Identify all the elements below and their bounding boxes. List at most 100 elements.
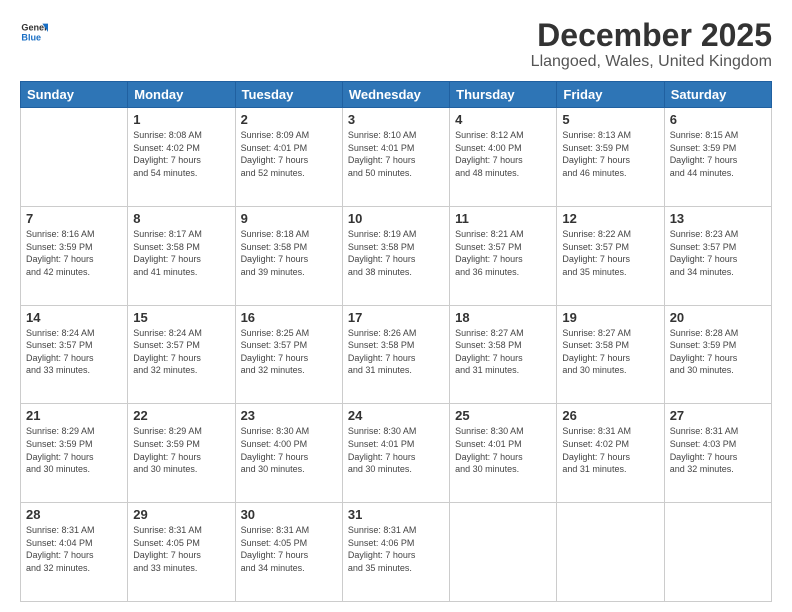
day-info: Sunrise: 8:15 AMSunset: 3:59 PMDaylight:… xyxy=(670,129,766,179)
day-number: 15 xyxy=(133,310,229,325)
calendar-cell: 7 Sunrise: 8:16 AMSunset: 3:59 PMDaylight… xyxy=(21,206,128,305)
day-info: Sunrise: 8:25 AMSunset: 3:57 PMDaylight:… xyxy=(241,327,337,377)
calendar-cell: 4 Sunrise: 8:12 AMSunset: 4:00 PMDaylight… xyxy=(450,108,557,207)
calendar-cell: 19 Sunrise: 8:27 AMSunset: 3:58 PMDayligh… xyxy=(557,305,664,404)
day-number: 19 xyxy=(562,310,658,325)
calendar-cell: 11 Sunrise: 8:21 AMSunset: 3:57 PMDayligh… xyxy=(450,206,557,305)
day-info: Sunrise: 8:12 AMSunset: 4:00 PMDaylight:… xyxy=(455,129,551,179)
day-number: 8 xyxy=(133,211,229,226)
col-thursday: Thursday xyxy=(450,82,557,108)
day-info: Sunrise: 8:08 AMSunset: 4:02 PMDaylight:… xyxy=(133,129,229,179)
calendar-cell: 23Sunrise: 8:30 AMSunset: 4:00 PMDayligh… xyxy=(235,404,342,503)
day-info: Sunrise: 8:21 AMSunset: 3:57 PMDaylight:… xyxy=(455,228,551,278)
day-info: Sunrise: 8:31 AMSunset: 4:06 PMDaylight:… xyxy=(348,524,444,574)
day-number: 4 xyxy=(455,112,551,127)
day-number: 6 xyxy=(670,112,766,127)
col-sunday: Sunday xyxy=(21,82,128,108)
day-number: 7 xyxy=(26,211,122,226)
calendar-cell: 24Sunrise: 8:30 AMSunset: 4:01 PMDayligh… xyxy=(342,404,449,503)
day-number: 30 xyxy=(241,507,337,522)
calendar-cell: 14Sunrise: 8:24 AMSunset: 3:57 PMDayligh… xyxy=(21,305,128,404)
logo-icon: General Blue xyxy=(20,18,48,46)
calendar-cell: 21 Sunrise: 8:29 AMSunset: 3:59 PMDayligh… xyxy=(21,404,128,503)
day-number: 2 xyxy=(241,112,337,127)
day-number: 1 xyxy=(133,112,229,127)
col-tuesday: Tuesday xyxy=(235,82,342,108)
day-info: Sunrise: 8:24 AMSunset: 3:57 PMDaylight:… xyxy=(26,327,122,377)
calendar-cell xyxy=(21,108,128,207)
calendar-cell: 30Sunrise: 8:31 AMSunset: 4:05 PMDayligh… xyxy=(235,503,342,602)
day-number: 13 xyxy=(670,211,766,226)
day-number: 31 xyxy=(348,507,444,522)
col-friday: Friday xyxy=(557,82,664,108)
calendar-week-4: 28 Sunrise: 8:31 AMSunset: 4:04 PMDayligh… xyxy=(21,503,772,602)
day-info: Sunrise: 8:16 AMSunset: 3:59 PMDaylight:… xyxy=(26,228,122,278)
calendar-cell: 29Sunrise: 8:31 AMSunset: 4:05 PMDayligh… xyxy=(128,503,235,602)
calendar-week-1: 7 Sunrise: 8:16 AMSunset: 3:59 PMDaylight… xyxy=(21,206,772,305)
calendar-cell: 18Sunrise: 8:27 AMSunset: 3:58 PMDayligh… xyxy=(450,305,557,404)
day-info: Sunrise: 8:22 AMSunset: 3:57 PMDaylight:… xyxy=(562,228,658,278)
calendar-table: Sunday Monday Tuesday Wednesday Thursday… xyxy=(20,81,772,602)
day-number: 16 xyxy=(241,310,337,325)
day-info: Sunrise: 8:13 AMSunset: 3:59 PMDaylight:… xyxy=(562,129,658,179)
day-number: 10 xyxy=(348,211,444,226)
day-info: Sunrise: 8:09 AMSunset: 4:01 PMDaylight:… xyxy=(241,129,337,179)
day-number: 23 xyxy=(241,408,337,423)
day-info: Sunrise: 8:31 AMSunset: 4:04 PMDaylight:… xyxy=(26,524,122,574)
calendar-week-2: 14Sunrise: 8:24 AMSunset: 3:57 PMDayligh… xyxy=(21,305,772,404)
calendar-week-3: 21 Sunrise: 8:29 AMSunset: 3:59 PMDayligh… xyxy=(21,404,772,503)
day-number: 21 xyxy=(26,408,122,423)
calendar-cell: 2 Sunrise: 8:09 AMSunset: 4:01 PMDaylight… xyxy=(235,108,342,207)
day-number: 9 xyxy=(241,211,337,226)
day-number: 3 xyxy=(348,112,444,127)
calendar-cell xyxy=(450,503,557,602)
day-info: Sunrise: 8:19 AMSunset: 3:58 PMDaylight:… xyxy=(348,228,444,278)
calendar-cell: 16 Sunrise: 8:25 AMSunset: 3:57 PMDayligh… xyxy=(235,305,342,404)
day-info: Sunrise: 8:27 AMSunset: 3:58 PMDaylight:… xyxy=(562,327,658,377)
page: General Blue December 2025 Llangoed, Wal… xyxy=(0,0,792,612)
calendar-header-row: Sunday Monday Tuesday Wednesday Thursday… xyxy=(21,82,772,108)
day-info: Sunrise: 8:10 AMSunset: 4:01 PMDaylight:… xyxy=(348,129,444,179)
day-info: Sunrise: 8:29 AMSunset: 3:59 PMDaylight:… xyxy=(133,425,229,475)
day-number: 27 xyxy=(670,408,766,423)
day-info: Sunrise: 8:26 AMSunset: 3:58 PMDaylight:… xyxy=(348,327,444,377)
calendar-cell: 6 Sunrise: 8:15 AMSunset: 3:59 PMDaylight… xyxy=(664,108,771,207)
day-info: Sunrise: 8:24 AMSunset: 3:57 PMDaylight:… xyxy=(133,327,229,377)
subtitle: Llangoed, Wales, United Kingdom xyxy=(531,53,772,71)
calendar-cell: 13 Sunrise: 8:23 AMSunset: 3:57 PMDayligh… xyxy=(664,206,771,305)
calendar-cell: 5 Sunrise: 8:13 AMSunset: 3:59 PMDaylight… xyxy=(557,108,664,207)
day-info: Sunrise: 8:28 AMSunset: 3:59 PMDaylight:… xyxy=(670,327,766,377)
day-number: 20 xyxy=(670,310,766,325)
day-number: 12 xyxy=(562,211,658,226)
title-block: December 2025 Llangoed, Wales, United Ki… xyxy=(531,18,772,71)
calendar-cell: 8Sunrise: 8:17 AMSunset: 3:58 PMDaylight… xyxy=(128,206,235,305)
calendar-cell: 28 Sunrise: 8:31 AMSunset: 4:04 PMDayligh… xyxy=(21,503,128,602)
header: General Blue December 2025 Llangoed, Wal… xyxy=(20,18,772,71)
svg-text:Blue: Blue xyxy=(21,32,41,42)
calendar-cell: 12 Sunrise: 8:22 AMSunset: 3:57 PMDayligh… xyxy=(557,206,664,305)
col-saturday: Saturday xyxy=(664,82,771,108)
calendar-cell: 22 Sunrise: 8:29 AMSunset: 3:59 PMDayligh… xyxy=(128,404,235,503)
calendar-cell: 10 Sunrise: 8:19 AMSunset: 3:58 PMDayligh… xyxy=(342,206,449,305)
calendar-cell: 1 Sunrise: 8:08 AMSunset: 4:02 PMDaylight… xyxy=(128,108,235,207)
logo: General Blue xyxy=(20,18,48,46)
day-info: Sunrise: 8:29 AMSunset: 3:59 PMDaylight:… xyxy=(26,425,122,475)
calendar-cell: 3 Sunrise: 8:10 AMSunset: 4:01 PMDaylight… xyxy=(342,108,449,207)
col-monday: Monday xyxy=(128,82,235,108)
day-number: 22 xyxy=(133,408,229,423)
calendar-cell: 20 Sunrise: 8:28 AMSunset: 3:59 PMDayligh… xyxy=(664,305,771,404)
day-number: 28 xyxy=(26,507,122,522)
calendar-cell: 15 Sunrise: 8:24 AMSunset: 3:57 PMDayligh… xyxy=(128,305,235,404)
day-number: 25 xyxy=(455,408,551,423)
day-info: Sunrise: 8:23 AMSunset: 3:57 PMDaylight:… xyxy=(670,228,766,278)
main-title: December 2025 xyxy=(531,18,772,53)
calendar-cell: 17 Sunrise: 8:26 AMSunset: 3:58 PMDayligh… xyxy=(342,305,449,404)
day-info: Sunrise: 8:30 AMSunset: 4:01 PMDaylight:… xyxy=(348,425,444,475)
day-number: 5 xyxy=(562,112,658,127)
day-number: 17 xyxy=(348,310,444,325)
calendar-cell xyxy=(557,503,664,602)
day-number: 11 xyxy=(455,211,551,226)
calendar-cell: 25Sunrise: 8:30 AMSunset: 4:01 PMDayligh… xyxy=(450,404,557,503)
day-info: Sunrise: 8:31 AMSunset: 4:05 PMDaylight:… xyxy=(133,524,229,574)
day-info: Sunrise: 8:31 AMSunset: 4:02 PMDaylight:… xyxy=(562,425,658,475)
